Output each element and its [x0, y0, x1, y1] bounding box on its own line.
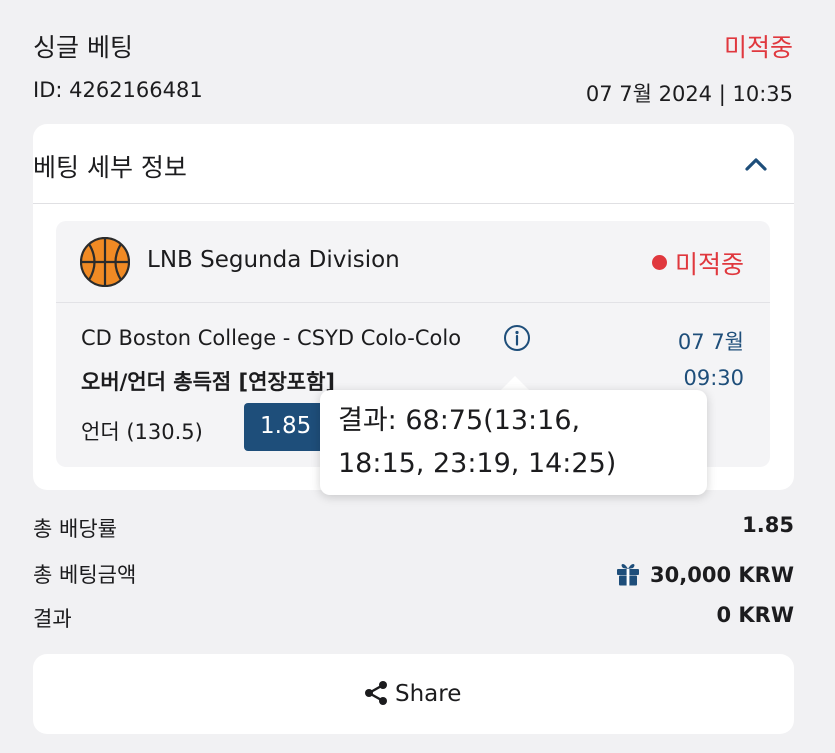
- result-tooltip: 결과: 68:75(13:16, 18:15, 23:19, 14:25): [320, 390, 707, 495]
- event-selection: 언더 (130.5): [81, 420, 203, 444]
- tooltip-arrow: [500, 376, 530, 391]
- info-icon[interactable]: [503, 324, 531, 352]
- bet-status: 미적중: [723, 33, 793, 62]
- total-odds-value: 1.85: [742, 513, 794, 537]
- event-status-label: 미적중: [674, 250, 744, 279]
- bet-card: 싱글 베팅 미적중 ID: 4262166481 07 7월 2024 | 10…: [0, 0, 835, 753]
- event-date: 07 7월: [677, 330, 744, 354]
- total-stake-value: 30,000 KRW: [650, 563, 794, 587]
- total-stake-value-wrap: 30,000 KRW: [614, 559, 794, 587]
- event-teams: CD Boston College - CSYD Colo-Colo: [81, 326, 462, 350]
- share-icon: [365, 681, 387, 705]
- bet-details-header[interactable]: 베팅 세부 정보: [33, 124, 794, 204]
- basketball-icon: [80, 237, 130, 287]
- share-button[interactable]: Share: [33, 654, 794, 734]
- share-label: Share: [395, 681, 462, 707]
- result-value: 0 KRW: [716, 603, 794, 627]
- total-stake-row: 총 베팅금액 30,000 KRW: [33, 559, 794, 589]
- gift-icon: [617, 563, 640, 586]
- share-content: Share: [363, 680, 461, 707]
- result-row: 결과 0 KRW: [33, 603, 794, 633]
- total-stake-label: 총 베팅금액: [33, 563, 137, 587]
- status-dot-icon: [651, 255, 667, 270]
- event-market: 오버/언더 총득점 [연장포함]: [81, 370, 336, 394]
- league-name: LNB Segunda Division: [147, 247, 400, 273]
- bet-details-title: 베팅 세부 정보: [33, 153, 187, 182]
- bet-id: ID: 4262166481: [33, 78, 203, 102]
- bet-date: 07 7월 2024 | 10:35: [585, 82, 793, 106]
- total-odds-label: 총 배당률: [33, 517, 117, 541]
- tooltip-line-2: 18:15, 23:19, 14:25): [338, 448, 617, 479]
- event-status: 미적중: [651, 245, 744, 281]
- event-time: 09:30: [683, 366, 744, 390]
- total-odds-row: 총 배당률 1.85: [33, 513, 794, 543]
- bet-type-title: 싱글 베팅: [33, 33, 133, 62]
- tooltip-line-1: 결과: 68:75(13:16,: [338, 405, 581, 436]
- chevron-up-icon[interactable]: [744, 152, 768, 176]
- event-header: LNB Segunda Division 미적중: [56, 221, 770, 303]
- result-label: 결과: [33, 607, 72, 631]
